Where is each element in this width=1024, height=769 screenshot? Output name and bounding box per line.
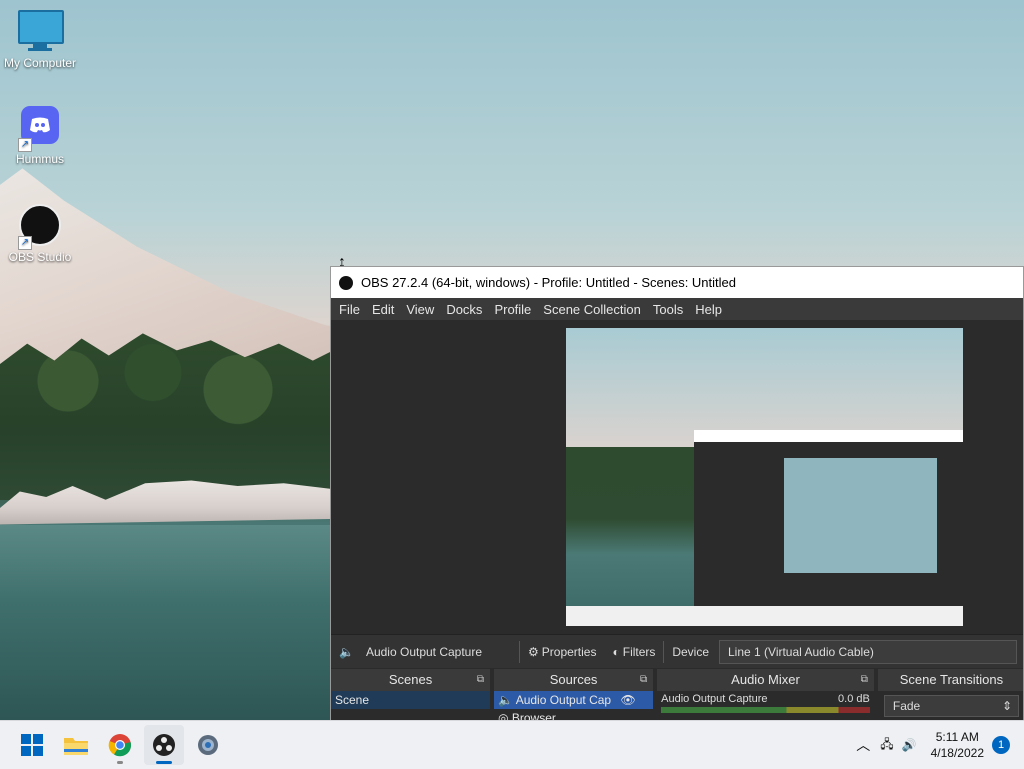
source-item[interactable]: 🔈 Audio Output Cap 👁 [494,691,654,709]
taskbar: ︿ 🖧 🔊 5:11 AM 4/18/2022 1 [0,720,1024,769]
menu-docks[interactable]: Docks [440,302,488,317]
desktop-icon-label: Hummus [15,152,64,166]
docks-area: Scenes ⧉ Scene Sources ⧉ 🔈 Audio Output Ca… [331,669,1023,721]
preview-area [331,320,1023,634]
speaker-icon: 🔈 [498,693,516,707]
scenes-dock: Scenes ⧉ Scene [331,669,491,721]
desktop-icon-label: My Computer [3,56,77,70]
chrome-icon [108,734,132,757]
clock-time: 5:11 AM [935,730,979,744]
shortcut-arrow-icon: ↗ [18,138,32,152]
volume-meter [661,707,870,713]
obs-icon: ↗ [18,204,62,250]
transition-select-value: Fade [892,699,921,713]
menu-help[interactable]: Help [689,302,728,317]
obs-logo-icon [339,275,353,290]
menu-edit[interactable]: Edit [366,302,400,317]
file-explorer-button[interactable] [56,725,96,765]
file-explorer-icon [64,738,88,755]
desktop-icon-label: OBS Studio [8,250,72,264]
source-control-bar: 🔈 Audio Output Capture ⚙ Properties ◐ Fi… [331,634,1023,668]
transitions-title: Scene Transitions [899,672,1004,687]
start-icon [21,734,43,756]
chrome-button[interactable] [100,725,140,765]
notification-badge[interactable]: 1 [992,736,1010,754]
settings-icon [198,735,218,755]
chevron-up-icon[interactable]: ︿ [856,735,870,755]
sources-dock: Sources ⧉ 🔈 Audio Output Cap 👁 ◎ Browser [494,669,654,721]
properties-label: Properties [541,644,597,659]
discord-icon: ↗ [18,106,62,152]
menu-scene-collection[interactable]: Scene Collection [537,302,647,317]
menu-profile[interactable]: Profile [488,302,537,317]
system-tray: ︿ 🖧 🔊 5:11 AM 4/18/2022 1 [856,721,1024,769]
wallpaper-water [0,525,330,720]
desktop-icon-hummus[interactable]: ↗ Hummus [0,106,80,166]
menu-file[interactable]: File [333,302,366,317]
mixer-track-name: Audio Output Capture [661,693,768,705]
preview-canvas[interactable] [566,328,963,626]
obs-taskbar-button[interactable] [144,725,184,765]
menu-tools[interactable]: Tools [647,302,689,317]
audio-mixer-title: Audio Mixer [731,672,800,687]
volume-icon[interactable]: 🔊 [902,738,917,752]
selected-source-name: Audio Output Capture [365,644,483,659]
sources-title: Sources [549,672,598,687]
computer-icon [18,10,64,54]
menu-bar: File Edit View Docks Profile Scene Colle… [331,298,1023,320]
scene-item[interactable]: Scene [331,691,491,709]
menu-view[interactable]: View [400,302,440,317]
properties-button[interactable]: ⚙ Properties [520,635,604,668]
device-label: Device [672,644,709,659]
device-select[interactable]: Line 1 (Virtual Audio Cable) [719,639,1017,664]
transition-select[interactable]: Fade ⇕ [883,695,1019,717]
scenes-title: Scenes [388,672,433,687]
mixer-track-level: 0.0 dB [838,693,870,705]
window-titlebar[interactable]: OBS 27.2.4 (64-bit, windows) - Profile: … [331,267,1023,298]
scene-transitions-dock: Scene Transitions Fade ⇕ [877,669,1023,721]
desktop-icon-my-computer[interactable]: My Computer [0,10,80,70]
eye-icon[interactable]: 👁 [620,693,635,707]
filter-icon: ◐ [612,644,620,659]
undock-icon[interactable]: ⧉ [640,669,647,691]
clock-date: 4/18/2022 [930,746,984,760]
network-icon[interactable]: 🖧 [880,735,893,756]
obs-icon [153,734,175,756]
source-item-label: Audio Output Cap [515,693,612,707]
audio-mixer-dock: Audio Mixer ⧉ Audio Output Capture 0.0 dB [657,669,874,721]
chevron-updown-icon: ⇕ [1001,699,1012,713]
obs-window[interactable]: OBS 27.2.4 (64-bit, windows) - Profile: … [330,266,1024,722]
undock-icon[interactable]: ⧉ [477,669,484,691]
desktop-icon-obs-studio[interactable]: ↗ OBS Studio [0,204,80,264]
filters-button[interactable]: ◐ Filters [604,635,663,668]
speaker-icon: 🔈 [339,644,354,659]
start-button[interactable] [12,725,52,765]
undock-icon[interactable]: ⧉ [861,669,868,691]
filters-label: Filters [622,644,656,659]
gear-icon: ⚙ [528,644,539,659]
settings-button[interactable] [188,725,228,765]
shortcut-arrow-icon: ↗ [18,236,32,250]
clock[interactable]: 5:11 AM 4/18/2022 [931,729,984,761]
window-title: OBS 27.2.4 (64-bit, windows) - Profile: … [361,275,736,290]
